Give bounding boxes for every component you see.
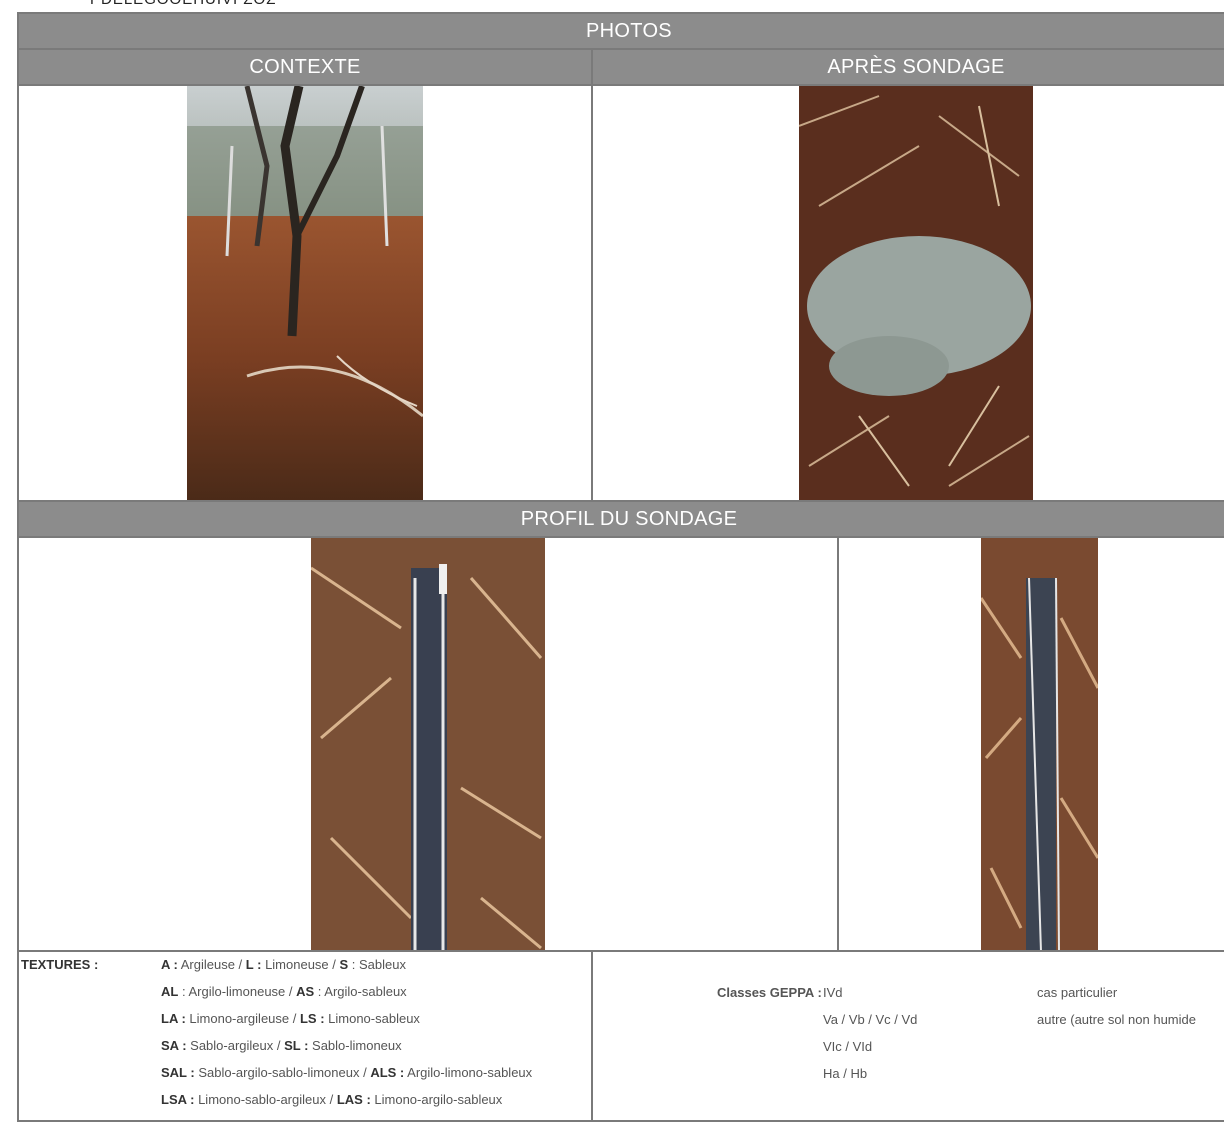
apres-sondage-photo — [799, 86, 1033, 502]
texture-code: LSA : — [161, 1092, 195, 1107]
column-divider — [837, 538, 839, 952]
divider — [19, 950, 1224, 952]
textures-label: TEXTURES : — [21, 957, 99, 972]
texture-description: Argilo-limono-sableux — [404, 1065, 533, 1080]
texture-line: SAL : Sablo-argilo-sablo-limoneux / ALS … — [161, 1065, 532, 1080]
texture-code: LA : — [161, 1011, 186, 1026]
texture-code: S — [339, 957, 349, 972]
texture-description: : Argilo-limoneuse / — [178, 984, 297, 999]
texture-code: A : — [161, 957, 178, 972]
texture-description: : Argilo-sableux — [314, 984, 407, 999]
contexte-photo — [187, 86, 423, 502]
apres-sondage-title: APRÈS SONDAGE — [593, 50, 1224, 84]
geppa-label: Classes GEPPA : — [717, 985, 822, 1000]
texture-description: : Sableux — [348, 957, 406, 972]
profil-sondage-title: PROFIL DU SONDAGE — [19, 502, 1224, 536]
page-header-cut: PDELEGOOEHUIVI ZOZ — [90, 0, 276, 8]
texture-code: SA : — [161, 1038, 187, 1053]
forest-photo-image — [187, 86, 423, 502]
geppa-note: cas particulier — [1037, 985, 1118, 1000]
texture-description: Sablo-limoneux — [308, 1038, 402, 1053]
texture-code: L : — [245, 957, 262, 972]
texture-description: Limoneuse / — [261, 957, 340, 972]
texture-code: AS — [296, 984, 315, 999]
profil-photo-2 — [981, 538, 1098, 952]
soil-photo-image — [799, 86, 1033, 502]
texture-code: LAS : — [336, 1092, 371, 1107]
soil-core-photo-1 — [311, 538, 545, 952]
geppa-class: IVd — [823, 985, 843, 1000]
profil-photo-1 — [311, 538, 545, 952]
texture-line: AL : Argilo-limoneuse / AS : Argilo-sabl… — [161, 984, 407, 999]
texture-code: LS : — [299, 1011, 325, 1026]
photos-section-title: PHOTOS — [19, 14, 1224, 48]
geppa-note: autre (autre sol non humide — [1037, 1012, 1196, 1027]
soil-core-photo-2 — [981, 538, 1098, 952]
texture-line: SA : Sablo-argileux / SL : Sablo-limoneu… — [161, 1038, 402, 1053]
survey-sheet: PHOTOS CONTEXTE APRÈS SONDAGE PROFIL DU … — [17, 12, 1224, 1122]
geppa-class: VIc / VId — [823, 1039, 873, 1054]
texture-code: ALS : — [370, 1065, 405, 1080]
column-divider — [591, 50, 593, 502]
texture-description: Sablo-argileux / — [186, 1038, 285, 1053]
geppa-class: Va / Vb / Vc / Vd — [823, 1012, 918, 1027]
geppa-class: Ha / Hb — [823, 1066, 868, 1081]
texture-line: A : Argileuse / L : Limoneuse / S : Sabl… — [161, 957, 406, 972]
texture-code: SL : — [284, 1038, 309, 1053]
texture-code: AL — [161, 984, 179, 999]
texture-description: Sablo-argilo-sablo-limoneux / — [194, 1065, 371, 1080]
contexte-title: CONTEXTE — [19, 50, 591, 84]
texture-description: Limono-argilo-sableux — [370, 1092, 503, 1107]
texture-description: Argileuse / — [177, 957, 246, 972]
texture-line: LA : Limono-argileuse / LS : Limono-sabl… — [161, 1011, 420, 1026]
texture-code: SAL : — [161, 1065, 195, 1080]
texture-line: LSA : Limono-sablo-argileux / LAS : Limo… — [161, 1092, 502, 1107]
column-divider — [591, 952, 593, 1122]
texture-description: Limono-sableux — [324, 1011, 420, 1026]
texture-description: Limono-sablo-argileux / — [194, 1092, 337, 1107]
texture-description: Limono-argileuse / — [185, 1011, 300, 1026]
